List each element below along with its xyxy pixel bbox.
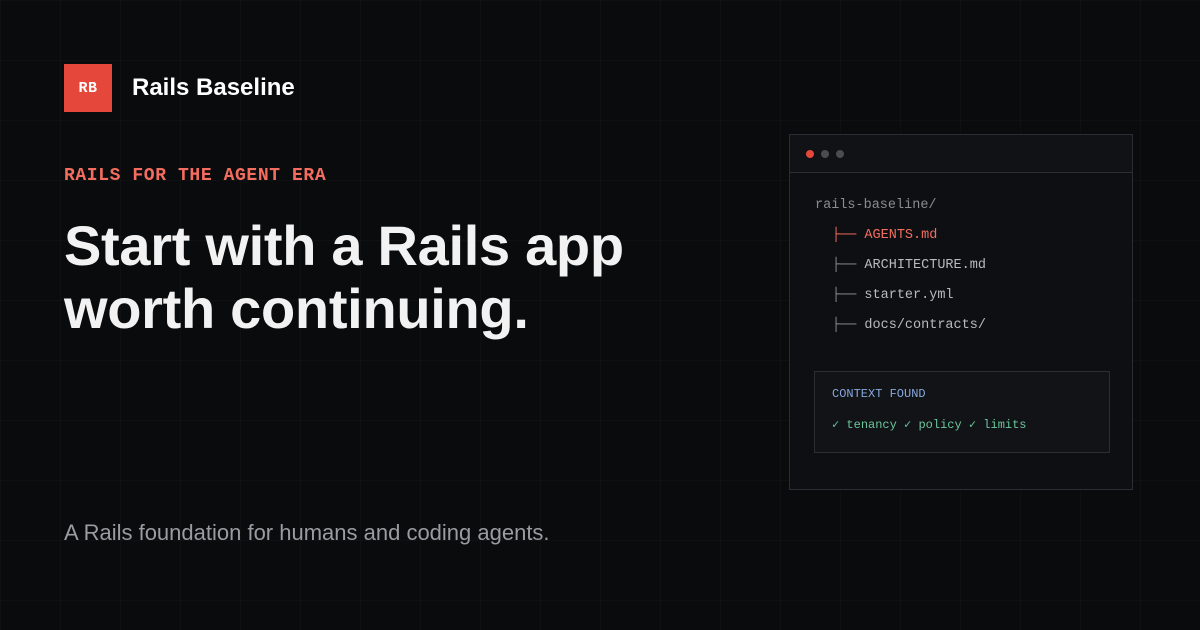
window-dot-red [806,149,814,158]
tree-item-name: ARCHITECTURE.md [864,258,986,273]
context-title: CONTEXT FOUND [832,387,926,401]
tree-branch: ├── [832,288,857,303]
tree-branch: ├── [832,258,857,273]
tree-item-name: starter.yml [864,288,954,303]
tree-branch: ├── [832,318,857,333]
file-tree: rails-baseline/ ├── AGENTS.md ├── ARCHIT… [815,199,986,349]
tree-item: ├── starter.yml [815,289,986,319]
tree-item: ├── docs/contracts/ [815,319,986,349]
window-dot-grey [836,149,844,158]
brand-name: Rails Baseline [132,74,295,101]
window-dot-grey [821,149,829,158]
headline-line-1: Start with a Rails app [64,214,624,277]
tree-root: rails-baseline/ [815,198,937,213]
headline: Start with a Rails app worth continuing. [64,214,704,340]
tree-branch: ├── [832,228,857,243]
subline: A Rails foundation for humans and coding… [64,520,550,545]
tree-item: ├── ARCHITECTURE.md [815,259,986,289]
panel-title-bar [790,135,1132,173]
context-checks: ✓ tenancy ✓ policy ✓ limits [832,418,1027,432]
headline-line-2: worth continuing. [64,277,529,340]
brand: RB Rails Baseline [64,64,295,112]
tree-item-name: AGENTS.md [864,228,938,243]
brand-logo: RB [64,64,112,112]
context-box: CONTEXT FOUND ✓ tenancy ✓ policy ✓ limit… [814,371,1110,453]
tree-item: ├── AGENTS.md [815,229,986,259]
eyebrow: RAILS FOR THE AGENT ERA [64,166,327,186]
file-tree-panel: rails-baseline/ ├── AGENTS.md ├── ARCHIT… [789,134,1133,490]
tree-item-name: docs/contracts/ [864,318,986,333]
